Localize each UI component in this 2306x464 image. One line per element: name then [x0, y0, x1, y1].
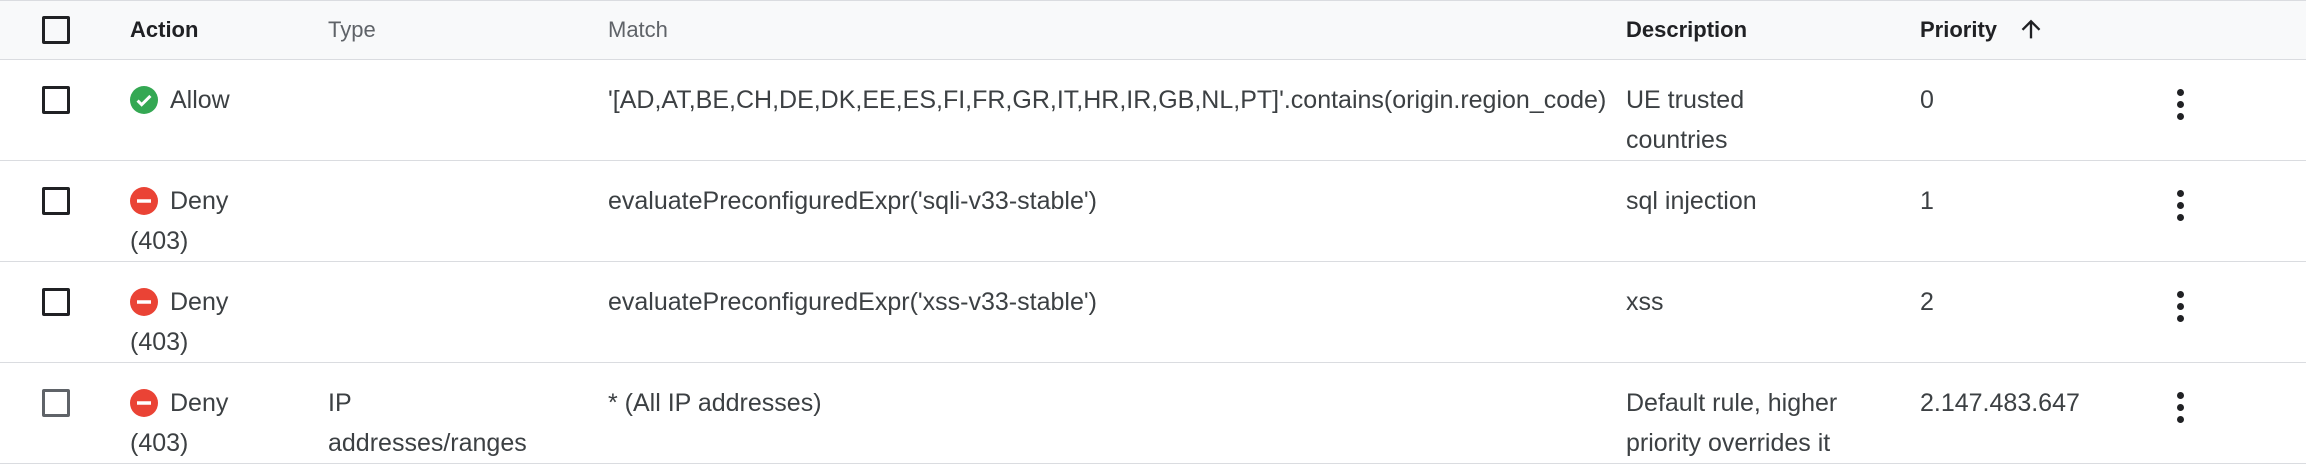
column-header-match[interactable]: Match: [588, 1, 1626, 60]
column-header-priority[interactable]: Priority: [1920, 1, 2156, 60]
rule-action: Deny (403): [130, 389, 229, 457]
more-vert-icon[interactable]: [2160, 181, 2200, 229]
table-row[interactable]: Deny (403) evaluatePreconfiguredExpr('sq…: [0, 161, 2306, 262]
arrow-up-icon[interactable]: [2017, 15, 2045, 43]
more-vert-icon[interactable]: [2160, 282, 2200, 330]
more-vert-icon[interactable]: [2160, 80, 2200, 128]
rule-type: [308, 262, 588, 363]
minus-circle-icon: [130, 288, 158, 316]
rule-action: Allow: [110, 60, 308, 161]
rule-match: evaluatePreconfiguredExpr('sqli-v33-stab…: [608, 187, 1097, 215]
rule-description: UE trusted countries: [1626, 86, 1745, 154]
select-all-checkbox[interactable]: [42, 16, 70, 44]
row-checkbox[interactable]: [42, 86, 70, 114]
column-header-description[interactable]: Description: [1626, 1, 1920, 60]
rule-action: Deny (403): [130, 288, 229, 356]
row-checkbox[interactable]: [42, 187, 70, 215]
column-header-action[interactable]: Action: [110, 1, 308, 60]
table-row[interactable]: Deny (403) IP addresses/ranges * (All IP…: [0, 363, 2306, 464]
security-rules-table: Action Type Match Description Priority A…: [0, 0, 2306, 464]
rule-priority: 2.147.483.647: [1920, 389, 2080, 417]
minus-circle-icon: [130, 187, 158, 215]
rule-priority: 1: [1920, 187, 1934, 215]
rule-type: [308, 60, 588, 161]
row-checkbox-disabled: [42, 389, 70, 417]
rule-priority: 2: [1920, 288, 1934, 316]
rule-match: * (All IP addresses): [608, 389, 822, 417]
table-row[interactable]: Deny (403) evaluatePreconfiguredExpr('xs…: [0, 262, 2306, 363]
rule-description: Default rule, higher priority overrides …: [1626, 389, 1838, 457]
more-vert-icon[interactable]: [2160, 383, 2200, 431]
rule-action: Deny (403): [130, 187, 229, 255]
rule-priority: 0: [1920, 86, 1934, 114]
rule-description: sql injection: [1626, 187, 1757, 215]
table-row[interactable]: Allow '[AD,AT,BE,CH,DE,DK,EE,ES,FI,FR,GR…: [0, 60, 2306, 161]
table-header-row: Action Type Match Description Priority: [0, 0, 2306, 60]
rule-match: evaluatePreconfiguredExpr('xss-v33-stabl…: [608, 288, 1097, 316]
row-checkbox[interactable]: [42, 288, 70, 316]
rule-description: xss: [1626, 288, 1664, 316]
rule-type: IP addresses/ranges: [328, 389, 527, 457]
minus-circle-icon: [130, 389, 158, 417]
check-circle-icon: [130, 86, 158, 114]
rule-match: '[AD,AT,BE,CH,DE,DK,EE,ES,FI,FR,GR,IT,HR…: [608, 86, 1607, 114]
rule-type: [308, 161, 588, 262]
column-header-type[interactable]: Type: [308, 1, 588, 60]
